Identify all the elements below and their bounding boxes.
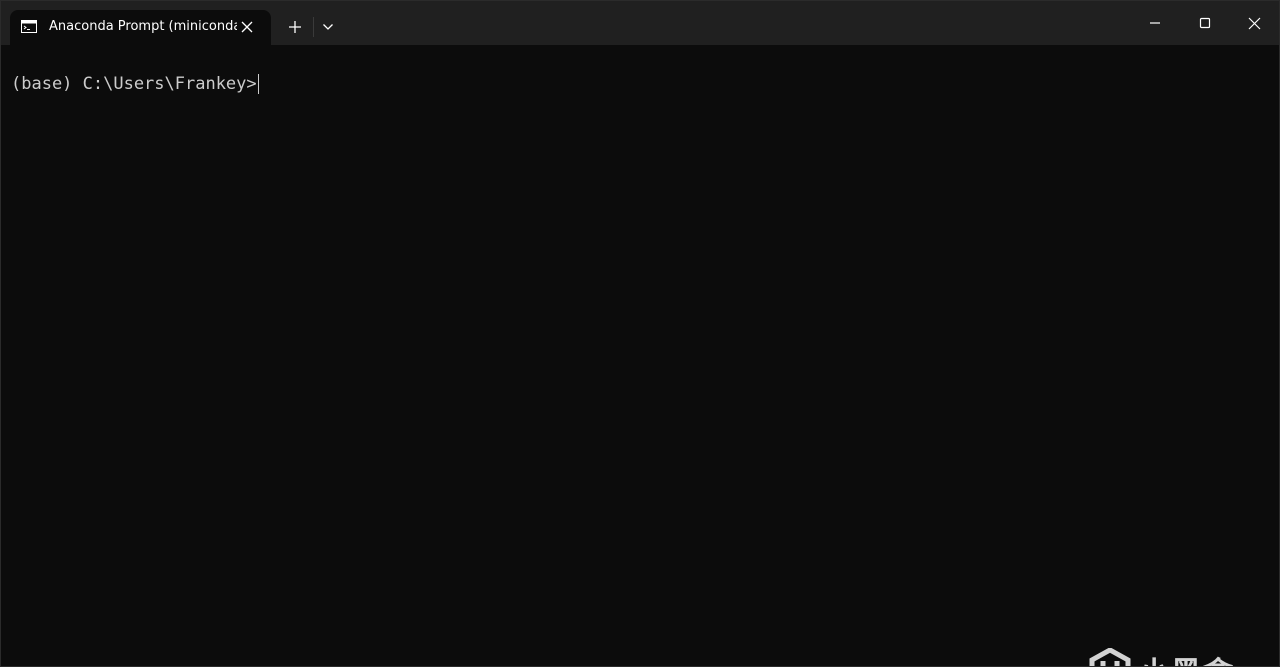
title-bar[interactable]: Anaconda Prompt (miniconda	[1, 1, 1279, 45]
watermark-text: 小黑盒	[1139, 648, 1235, 666]
maximize-button[interactable]	[1182, 1, 1228, 45]
close-icon	[241, 21, 253, 33]
prompt-line[interactable]: (base) C:\Users\Frankey>	[11, 74, 259, 94]
tab-separator	[313, 17, 314, 37]
maximize-icon	[1199, 17, 1211, 29]
tab-anaconda-prompt[interactable]: Anaconda Prompt (miniconda	[10, 10, 271, 45]
terminal-icon	[21, 20, 37, 33]
tab-close-button[interactable]	[238, 18, 256, 36]
terminal-window: Anaconda Prompt (miniconda (base) C:\Use…	[0, 0, 1280, 667]
tab-title: Anaconda Prompt (miniconda	[49, 19, 237, 34]
new-tab-button[interactable]	[281, 13, 309, 41]
profile-dropdown-button[interactable]	[315, 13, 341, 41]
prompt-text: (base) C:\Users\Frankey>	[11, 74, 257, 94]
text-cursor	[257, 74, 259, 94]
watermark: 小黑盒	[1089, 647, 1235, 666]
minimize-button[interactable]	[1132, 1, 1178, 45]
close-icon	[1248, 17, 1260, 29]
minimize-icon	[1150, 22, 1160, 24]
console-area[interactable]: (base) C:\Users\Frankey> 小黑盒	[1, 45, 1279, 666]
chevron-down-icon	[323, 24, 333, 30]
plus-icon	[289, 21, 301, 33]
heybox-logo	[1089, 648, 1131, 666]
close-window-button[interactable]	[1231, 1, 1277, 45]
